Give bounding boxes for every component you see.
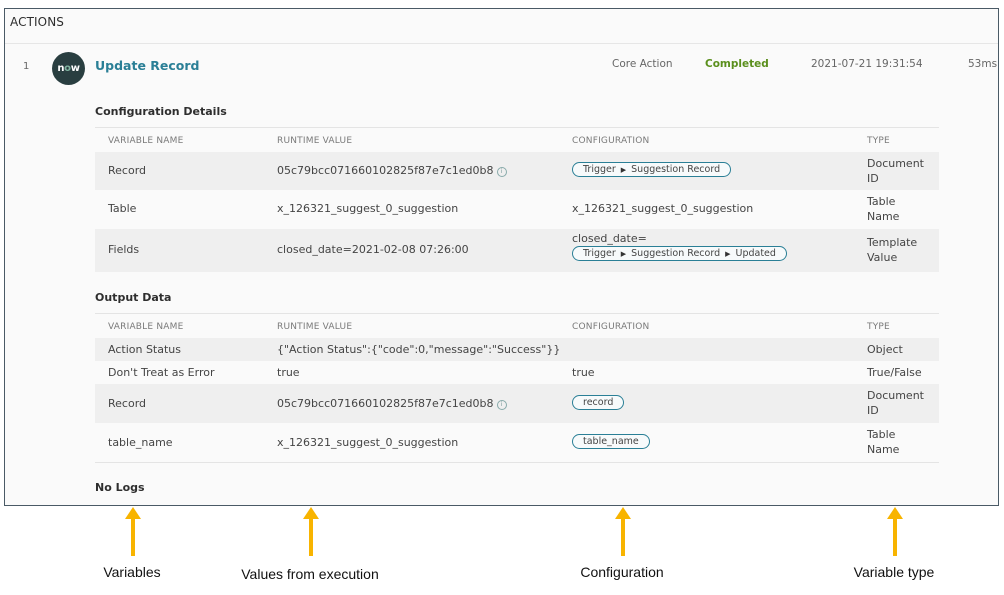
- col-type: TYPE: [867, 322, 890, 332]
- type-line: Table: [867, 428, 896, 441]
- annotation-variables: Variables: [103, 564, 161, 580]
- type-line: Template: [867, 236, 918, 249]
- type-line: Document: [867, 157, 924, 170]
- col-runtime-value: RUNTIME VALUE: [277, 322, 353, 332]
- variable-type: Document ID: [867, 388, 924, 418]
- variable-type: Document ID: [867, 156, 924, 186]
- variable-type: Table Name: [867, 427, 899, 457]
- config-details-table: VARIABLE NAME RUNTIME VALUE CONFIGURATIO…: [95, 127, 939, 272]
- config-value: true: [572, 366, 595, 379]
- arrow-shaft: [621, 518, 625, 556]
- output-data-title: Output Data: [95, 291, 172, 304]
- variable-name: table_name: [108, 436, 173, 449]
- table-row: table_name x_126321_suggest_0_suggestion…: [95, 423, 939, 462]
- logs-title: No Logs: [95, 481, 145, 494]
- type-line: Table: [867, 195, 896, 208]
- arrow-shaft: [893, 518, 897, 556]
- config-pill[interactable]: record: [572, 395, 625, 410]
- action-duration: 53ms: [968, 58, 998, 70]
- table-row: Fields closed_date=2021-02-08 07:26:00 c…: [95, 229, 939, 272]
- chevron-right-icon: ▶: [725, 249, 731, 258]
- type-line: Name: [867, 210, 900, 223]
- table-row: Don't Treat as Error true true True/Fals…: [95, 361, 939, 384]
- action-index: 1: [23, 61, 30, 72]
- table-header: VARIABLE NAME RUNTIME VALUE CONFIGURATIO…: [95, 127, 939, 152]
- output-data-table: VARIABLE NAME RUNTIME VALUE CONFIGURATIO…: [95, 313, 939, 463]
- pill-segment: Trigger: [583, 164, 616, 175]
- variable-name: Fields: [108, 243, 140, 256]
- runtime-value: true: [277, 366, 300, 379]
- variable-name: Table: [108, 202, 137, 215]
- config-text: closed_date=: [572, 232, 647, 245]
- variable-name: Don't Treat as Error: [108, 366, 215, 379]
- panel-title: ACTIONS: [10, 15, 64, 29]
- pill-label: table_name: [572, 434, 650, 449]
- runtime-value-link[interactable]: 05c79bcc071660102825f87e7c1ed0b8 i: [277, 397, 507, 410]
- runtime-value: closed_date=2021-02-08 07:26:00: [277, 243, 469, 256]
- chevron-right-icon: ▶: [620, 165, 627, 174]
- col-variable-name: VARIABLE NAME: [108, 136, 184, 146]
- status-badge: Completed: [705, 58, 769, 70]
- col-type: TYPE: [867, 136, 890, 146]
- actions-panel: ACTIONS 1 now Update Record Core Action …: [4, 8, 999, 506]
- divider: [5, 43, 998, 44]
- arrow-shaft: [131, 518, 135, 556]
- config-value: closed_date= Trigger ▶ Suggestion Record ▶ U…: [572, 232, 787, 261]
- config-value: x_126321_suggest_0_suggestion: [572, 202, 754, 215]
- pill-segment: Updated: [735, 248, 776, 259]
- pill-segment: Trigger: [583, 248, 616, 259]
- annotation-values: Values from execution: [241, 566, 379, 582]
- type-line: Value: [867, 251, 898, 264]
- pill-segment: Suggestion Record: [631, 248, 721, 259]
- variable-type: Template Value: [867, 235, 917, 265]
- type-line: Document: [867, 389, 924, 402]
- col-configuration: CONFIGURATION: [572, 136, 650, 146]
- annotation-configuration: Configuration: [580, 564, 664, 580]
- config-pill[interactable]: table_name: [572, 434, 650, 449]
- action-type: Core Action: [612, 58, 673, 70]
- action-name-link[interactable]: Update Record: [95, 58, 200, 73]
- type-line: Name: [867, 443, 900, 456]
- annotation-variable-type: Variable type: [853, 564, 935, 580]
- variable-type: Table Name: [867, 194, 899, 224]
- table-row: Record 05c79bcc071660102825f87e7c1ed0b8 i…: [95, 384, 939, 423]
- runtime-value: x_126321_suggest_0_suggestion: [277, 436, 459, 449]
- type-line: ID: [867, 172, 879, 185]
- pill-segment: Suggestion Record: [631, 164, 721, 175]
- variable-type: True/False: [867, 366, 922, 379]
- action-timestamp: 2021-07-21 19:31:54: [811, 58, 923, 70]
- table-row: Action Status {"Action Status":{"code":0…: [95, 338, 939, 361]
- config-details-title: Configuration Details: [95, 105, 227, 118]
- config-pill[interactable]: Trigger ▶ Suggestion Record ▶ Updated: [572, 246, 787, 261]
- variable-name: Record: [108, 397, 147, 410]
- pill-label: record: [572, 395, 625, 410]
- variable-name: Action Status: [108, 343, 181, 356]
- col-variable-name: VARIABLE NAME: [108, 322, 184, 332]
- table-row: Record 05c79bcc071660102825f87e7c1ed0b8 i…: [95, 152, 939, 190]
- record-sys-id[interactable]: 05c79bcc071660102825f87e7c1ed0b8: [277, 164, 494, 177]
- table-row: Table x_126321_suggest_0_suggestion x_12…: [95, 190, 939, 229]
- variable-name: Record: [108, 164, 147, 177]
- col-configuration: CONFIGURATION: [572, 322, 650, 332]
- divider: [95, 462, 939, 463]
- variable-type: Object: [867, 343, 903, 356]
- arrow-shaft: [309, 518, 313, 556]
- runtime-value-link[interactable]: 05c79bcc071660102825f87e7c1ed0b8 i: [277, 164, 507, 177]
- runtime-value: {"Action Status":{"code":0,"message":"Su…: [277, 343, 561, 356]
- info-icon[interactable]: i: [496, 400, 507, 410]
- runtime-value: x_126321_suggest_0_suggestion: [277, 202, 459, 215]
- col-runtime-value: RUNTIME VALUE: [277, 136, 353, 146]
- info-icon[interactable]: i: [496, 167, 507, 177]
- type-line: ID: [867, 404, 879, 417]
- config-pill[interactable]: Trigger ▶ Suggestion Record: [572, 162, 732, 177]
- table-header: VARIABLE NAME RUNTIME VALUE CONFIGURATIO…: [95, 313, 939, 338]
- chevron-right-icon: ▶: [620, 249, 627, 258]
- record-sys-id[interactable]: 05c79bcc071660102825f87e7c1ed0b8: [277, 397, 494, 410]
- servicenow-logo-icon: now: [52, 52, 85, 85]
